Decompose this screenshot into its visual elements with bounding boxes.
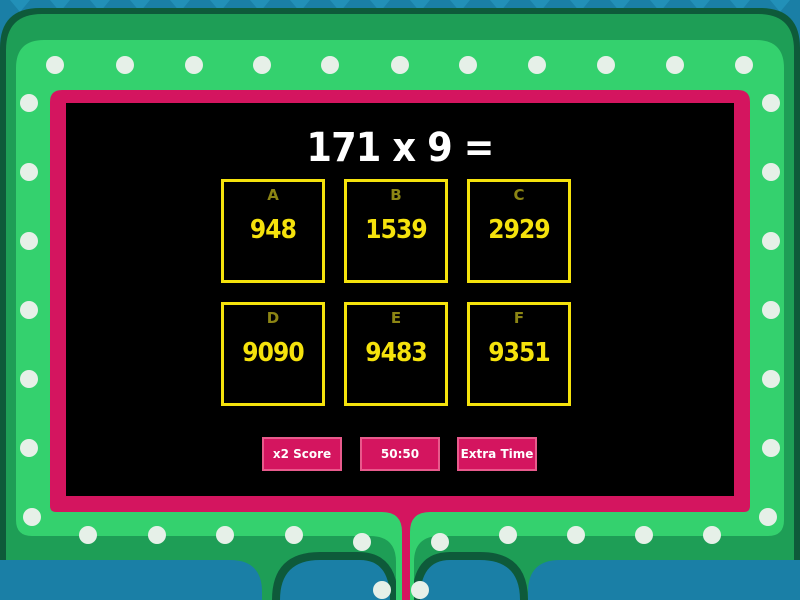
answer-tile-c[interactable]: C 2929 <box>467 179 571 283</box>
answer-tile-e[interactable]: E 9483 <box>344 302 448 406</box>
answer-tile-b[interactable]: B 1539 <box>344 179 448 283</box>
answer-tile-a[interactable]: A 948 <box>221 179 325 283</box>
answer-tile-f[interactable]: F 9351 <box>467 302 571 406</box>
answer-tile-d[interactable]: D 9090 <box>221 302 325 406</box>
extra-time-button[interactable]: Extra Time <box>457 437 537 471</box>
answer-letter: D <box>266 309 280 327</box>
answer-value: 9483 <box>365 338 427 368</box>
double-score-button[interactable]: x2 Score <box>262 437 342 471</box>
answer-value: 2929 <box>488 215 550 245</box>
answer-value: 1539 <box>365 215 427 245</box>
answer-letter: E <box>390 309 402 327</box>
question-text: 171 x 9 = <box>306 125 494 171</box>
answer-letter: A <box>267 186 279 204</box>
answer-value: 9351 <box>488 338 550 368</box>
fifty-fifty-button[interactable]: 50:50 <box>360 437 440 471</box>
answer-value: 948 <box>249 215 297 245</box>
question-screen: 171 x 9 = A 948 B 1539 C 2929 D 9090 E 9… <box>66 103 734 496</box>
answer-value: 9090 <box>242 338 304 368</box>
game-stage: 171 x 9 = A 948 B 1539 C 2929 D 9090 E 9… <box>0 0 800 600</box>
answer-letter: B <box>390 186 402 204</box>
answer-letter: C <box>513 186 525 204</box>
answer-letter: F <box>513 309 525 327</box>
